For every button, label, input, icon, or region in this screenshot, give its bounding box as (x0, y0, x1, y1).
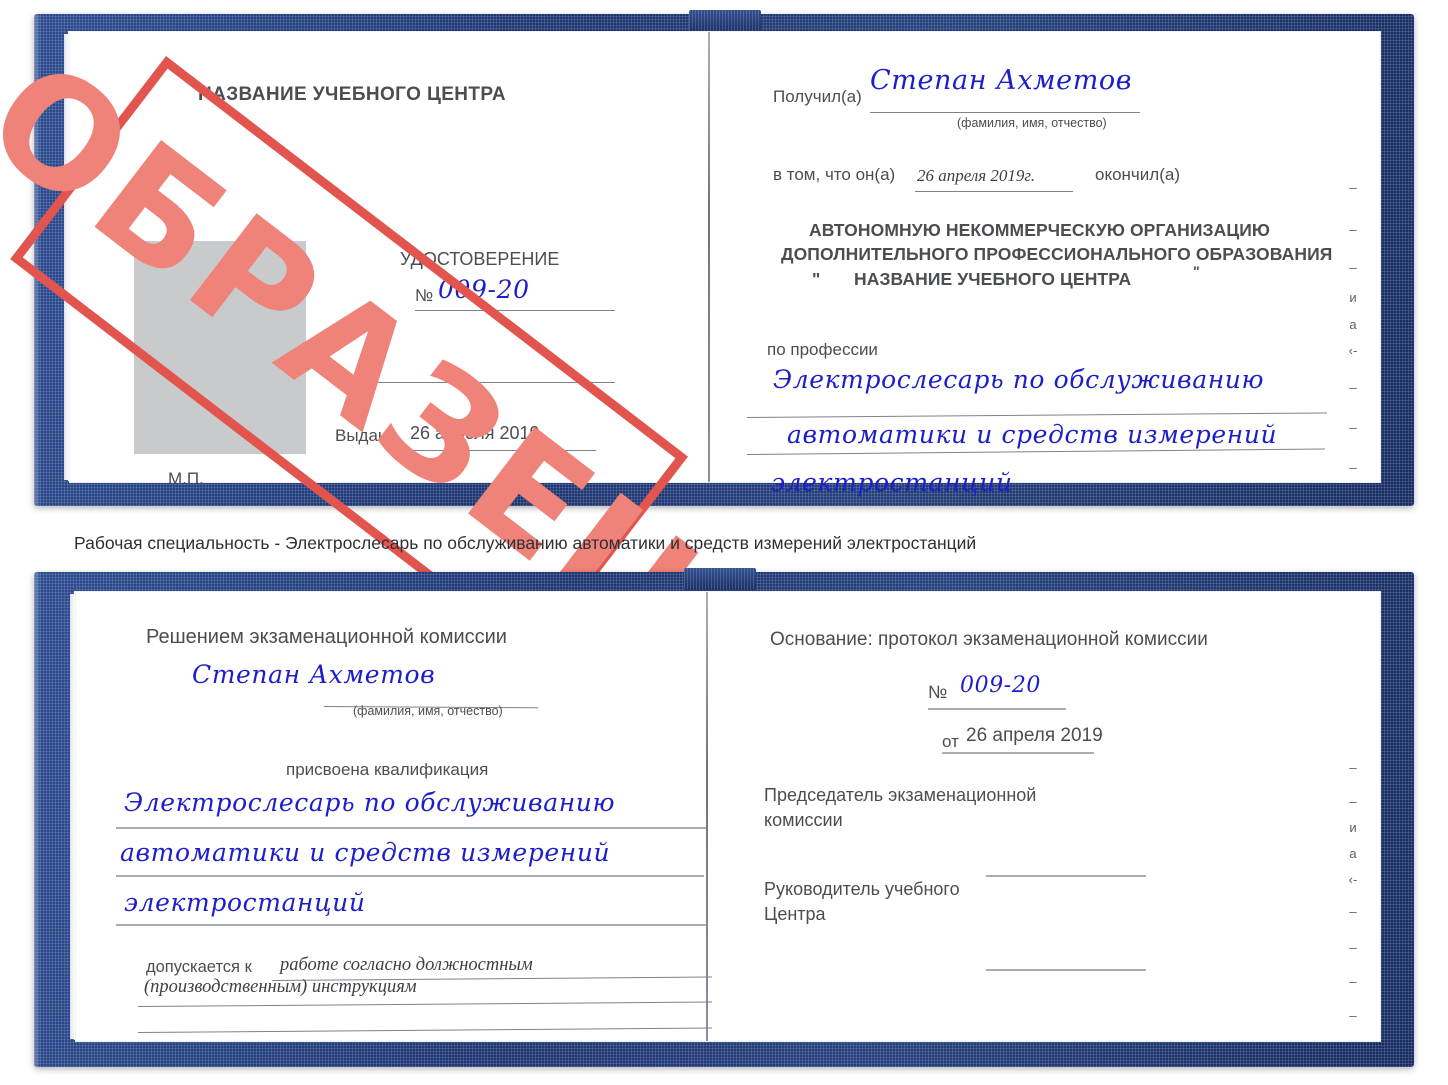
completion-date: 26 апреля 2019г. (917, 166, 1036, 185)
chairman-signature-rule (986, 875, 1146, 877)
number-rule (415, 310, 615, 311)
issued-date: 26 апреля 2019 (410, 423, 540, 443)
org-line-2: ДОПОЛНИТЕЛЬНОГО ПРОФЕССИОНАЛЬНОГО ОБРАЗО… (781, 244, 1333, 264)
issued-rule (411, 450, 596, 451)
protocol-date-label: от (942, 732, 959, 751)
number-label: № (415, 286, 434, 305)
graduate-name: Степан Ахметов (192, 660, 436, 689)
issued-label: Выдано (335, 426, 397, 445)
edge-mark: – (1349, 1008, 1357, 1023)
profession-line-3: электростанций (771, 468, 1013, 497)
edge-mark: – (1349, 180, 1357, 195)
edge-mark: – (1349, 380, 1357, 395)
org-line-3: НАЗВАНИЕ УЧЕБНОГО ЦЕНТРА (854, 269, 1132, 289)
allowed-label: допускается к (146, 958, 252, 976)
profession-rule-1 (746, 412, 1327, 418)
sample-stamp-text: ОБРАЗЕЦ (0, 27, 743, 689)
protocol-date-rule (942, 752, 1094, 754)
page-edge-sliver (64, 34, 69, 480)
training-center-name: НАЗВАНИЕ УЧЕБНОГО ЦЕНТРА (198, 84, 506, 105)
top-left-page: НАЗВАНИЕ УЧЕБНОГО ЦЕНТРА УДОСТОВЕРЕНИЕ №… (0, 28, 742, 688)
certificate-number: 009-20 (438, 275, 530, 304)
name-hint: (фамилия, имя, отчество) (957, 116, 1107, 130)
org-quote-close: " (1193, 263, 1200, 279)
recipient-name-rule (870, 112, 1140, 113)
sample-stamp: ОБРАЗЕЦ (0, 27, 743, 689)
finished-label: окончил(а) (1095, 165, 1180, 184)
protocol-number-value: 009-20 (960, 673, 1042, 698)
edge-mark: – (1349, 904, 1357, 919)
certificate-pages-bottom: Решением экзаменационной комиссии Степан… (70, 592, 1380, 1041)
bottom-right-page: Основание: протокол экзаменационной коми… (728, 592, 1380, 1041)
completion-date-rule (915, 191, 1073, 192)
bottom-left-page: Решением экзаменационной комиссии Степан… (76, 592, 728, 1041)
qualification-rule-1 (116, 827, 706, 829)
qualification-rule-2 (116, 875, 704, 877)
binding-tab-top (689, 10, 761, 32)
profession-label: по профессии (767, 340, 878, 359)
that-he-label: в том, что он(а) (773, 165, 896, 184)
head-line-1: Руководитель учебного (764, 879, 960, 899)
edge-mark: – (1349, 760, 1357, 775)
edge-mark: ‹- (1348, 872, 1358, 887)
chairman-line-1: Председатель экзаменационной (764, 785, 1037, 805)
page-edge-sliver-bottom (70, 594, 75, 1039)
head-line-2: Центра (764, 904, 826, 924)
edge-mark: – (1349, 222, 1357, 237)
certificate-book-bottom: Решением экзаменационной комиссии Степан… (34, 568, 1414, 1067)
certificate-book-top: НАЗВАНИЕ УЧЕБНОГО ЦЕНТРА УДОСТОВЕРЕНИЕ №… (0, 10, 1414, 688)
qualification-line-1: Электрослесарь по обслуживанию (124, 788, 616, 817)
edge-mark: и (1349, 290, 1357, 305)
blank-rule-1 (375, 382, 615, 383)
allowed-rule-2 (137, 1001, 712, 1007)
edge-mark: – (1349, 794, 1357, 809)
received-label: Получил(а) (773, 87, 862, 106)
profession-line-1: Электрослесарь по обслуживанию (773, 365, 1265, 394)
recipient-name: Степан Ахметов (870, 65, 1133, 96)
edge-mark: – (1349, 460, 1357, 475)
allowed-rule-3 (137, 1027, 712, 1033)
name-hint-bottom: (фамилия, имя, отчество) (353, 704, 503, 718)
decision-label: Решением экзаменационной комиссии (146, 626, 507, 648)
binding-tab-bottom (684, 568, 756, 590)
top-right-page: Получил(а) Степан Ахметов (фамилия, имя,… (725, 32, 1380, 497)
edge-mark: и (1349, 820, 1357, 835)
seal-label: М.П. (168, 469, 204, 488)
edge-mark: – (1349, 420, 1357, 435)
edge-mark: а (1349, 846, 1357, 861)
scan-edge-marks-bottom: – – и а ‹- – – – – (1340, 592, 1366, 1041)
qualification-line-2: автоматики и средств измерений (120, 838, 611, 867)
certificate-pages-top: НАЗВАНИЕ УЧЕБНОГО ЦЕНТРА УДОСТОВЕРЕНИЕ №… (0, 28, 1380, 688)
edge-mark: – (1349, 940, 1357, 955)
scan-edge-marks-top: – – – и а ‹- – – – (1340, 32, 1366, 482)
photo-placeholder (134, 241, 306, 454)
edge-mark: – (1349, 974, 1357, 989)
profession-rule-2 (746, 448, 1325, 455)
basis-label: Основание: протокол экзаменационной коми… (770, 629, 1208, 650)
edge-mark: – (1349, 260, 1357, 275)
allowed-line-2: (производственным) инструкциям (144, 977, 417, 997)
chairman-line-2: комиссии (764, 810, 843, 830)
edge-mark: ‹- (1348, 343, 1358, 358)
head-signature-rule (986, 969, 1146, 971)
protocol-date-value: 26 апреля 2019 (966, 725, 1103, 746)
org-quote-open: " (812, 269, 821, 289)
caption-text: Рабочая специальность - Электрослесарь п… (74, 533, 977, 553)
qualification-label: присвоена квалификация (286, 760, 489, 779)
document-title: УДОСТОВЕРЕНИЕ (400, 249, 560, 269)
protocol-number-rule (928, 708, 1066, 710)
qualification-rule-3 (116, 924, 706, 926)
edge-mark: а (1349, 317, 1357, 332)
qualification-line-3: электростанций (124, 888, 366, 917)
allowed-line-1: работе согласно должностным (280, 955, 533, 975)
org-line-1: АВТОНОМНУЮ НЕКОММЕРЧЕСКУЮ ОРГАНИЗАЦИЮ (809, 220, 1271, 240)
protocol-number-label: № (928, 682, 948, 702)
profession-line-2: автоматики и средств измерений (787, 420, 1278, 449)
